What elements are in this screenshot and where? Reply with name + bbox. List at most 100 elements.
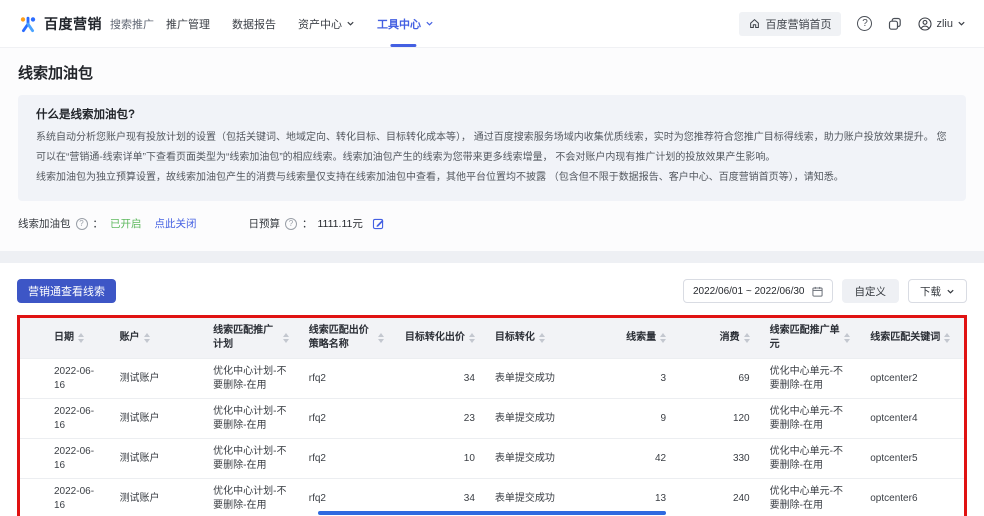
home-button-label: 百度营销首页 (765, 16, 831, 32)
question-circle-icon[interactable]: ? (285, 218, 297, 230)
table-cell: 42 (601, 439, 676, 479)
sort-icon[interactable] (744, 333, 750, 343)
daily-budget-value: 1111.11元 (318, 216, 363, 231)
sort-icon[interactable] (539, 333, 545, 343)
table-cell: rfq2 (299, 359, 395, 399)
column-header[interactable]: 线索匹配推广单元 (760, 318, 861, 359)
primary-nav: 推广管理 数据报告 资产中心 工具中心 (166, 0, 434, 47)
table-cell: 2022-06-16 (20, 479, 110, 516)
top-section: 线索加油包 什么是线索加油包? 系统自动分析您账户现有投放计划的设置（包括关键词… (0, 48, 984, 251)
help-icon[interactable]: ? (857, 16, 872, 31)
column-label: 目标转化出价 (405, 331, 465, 345)
column-header[interactable]: 日期 (20, 318, 110, 359)
nav-item-asset-center[interactable]: 资产中心 (298, 0, 355, 47)
table-cell: 330 (676, 439, 760, 479)
column-header[interactable]: 线索匹配关键词 (860, 318, 964, 359)
bottom-scrollbar-thumb[interactable] (318, 511, 666, 515)
sort-icon[interactable] (844, 333, 850, 343)
table-cell: 测试账户 (110, 479, 204, 516)
user-avatar-icon (918, 17, 932, 31)
table-header-row: 日期 账户线索匹配推广计划线索匹配出价策略名称目标转化出价 目标转化 线索量 消费 线索匹… (20, 318, 964, 359)
sort-icon[interactable] (660, 333, 666, 343)
table-cell: 优化中心单元-不要删除-在用 (760, 359, 861, 399)
table-cell: 优化中心单元-不要删除-在用 (760, 399, 861, 439)
sort-icon[interactable] (283, 333, 289, 343)
nav-item-data-reports[interactable]: 数据报告 (232, 0, 276, 47)
column-label: 线索量 (626, 331, 656, 345)
chevron-down-icon (346, 19, 355, 28)
column-label: 消费 (720, 331, 740, 345)
table-cell: rfq2 (299, 399, 395, 439)
nav-item-tool-center[interactable]: 工具中心 (377, 0, 434, 47)
nav-item-promotion-management[interactable]: 推广管理 (166, 0, 210, 47)
user-menu[interactable]: zliu (918, 17, 966, 31)
intro-paragraph: 线索加油包为独立预算设置，故线索加油包产生的消费与线索量仅支持在线索加油包中查看… (36, 168, 948, 188)
table-cell: 测试账户 (110, 359, 204, 399)
column-label: 线索匹配关键词 (870, 331, 940, 345)
column-header[interactable]: 消费 (676, 318, 760, 359)
table-cell: 23 (394, 399, 485, 439)
stacked-squares-icon[interactable] (888, 17, 902, 31)
brand[interactable]: 百度营销 搜索推广 (18, 14, 154, 34)
navbar-right: 百度营销首页 ? zliu (739, 12, 966, 36)
column-label: 日期 (54, 331, 74, 345)
nav-item-label: 工具中心 (377, 16, 421, 32)
table-cell: 2022-06-16 (20, 439, 110, 479)
date-range-picker[interactable]: 2022/06/01 ~ 2022/06/30 (683, 279, 833, 303)
column-label: 线索匹配推广单元 (770, 324, 841, 352)
column-label: 线索匹配推广计划 (213, 324, 279, 352)
sort-icon[interactable] (78, 333, 84, 343)
sort-icon[interactable] (944, 333, 950, 343)
table-cell: 2022-06-16 (20, 399, 110, 439)
table-cell: 优化中心计划-不要删除-在用 (203, 399, 299, 439)
table-row: 2022-06-16测试账户优化中心计划-不要删除-在用rfq223表单提交成功… (20, 399, 964, 439)
download-button-label: 下载 (920, 284, 941, 299)
baidu-marketing-logo-icon (18, 14, 38, 34)
column-header[interactable]: 线索量 (601, 318, 676, 359)
highlighted-table-region: 日期 账户线索匹配推广计划线索匹配出价策略名称目标转化出价 目标转化 线索量 消费 线索匹… (17, 315, 967, 516)
column-header[interactable]: 目标转化 (485, 318, 601, 359)
table-cell: 表单提交成功 (485, 399, 601, 439)
close-package-link[interactable]: 点此关闭 (155, 216, 197, 231)
brand-subtitle: 搜索推广 (110, 16, 154, 32)
table-cell: optcenter4 (860, 399, 964, 439)
column-header[interactable]: 线索匹配出价策略名称 (299, 318, 395, 359)
status-enabled-text: 已开启 (110, 216, 142, 231)
toolbar-right: 2022/06/01 ~ 2022/06/30 自定义 下载 (683, 279, 967, 303)
table-cell: optcenter2 (860, 359, 964, 399)
package-status-group: 线索加油包 ? ： 已开启 点此关闭 (18, 216, 197, 231)
card-toolbar: 营销通查看线索 2022/06/01 ~ 2022/06/30 自定义 (17, 279, 967, 303)
nav-item-label: 资产中心 (298, 16, 342, 32)
daily-budget-label: 日预算 (249, 216, 281, 231)
table-cell: 10 (394, 439, 485, 479)
leads-table: 日期 账户线索匹配推广计划线索匹配出价策略名称目标转化出价 目标转化 线索量 消费 线索匹… (20, 318, 964, 516)
download-button[interactable]: 下载 (908, 279, 967, 303)
sort-icon[interactable] (469, 333, 475, 343)
table-cell: 2022-06-16 (20, 359, 110, 399)
sort-icon[interactable] (378, 333, 384, 343)
brand-name: 百度营销 (44, 14, 102, 34)
table-row: 2022-06-16测试账户优化中心计划-不要删除-在用rfq234表单提交成功… (20, 359, 964, 399)
nav-item-label: 数据报告 (232, 16, 276, 32)
column-header[interactable]: 账户 (110, 318, 204, 359)
question-circle-icon[interactable]: ? (76, 218, 88, 230)
intro-box: 什么是线索加油包? 系统自动分析您账户现有投放计划的设置（包括关键词、地域定向、… (18, 95, 966, 201)
colon: ： (93, 216, 104, 231)
top-navbar: 百度营销 搜索推广 推广管理 数据报告 资产中心 工具中心 (0, 0, 984, 48)
chevron-down-icon (425, 19, 434, 28)
column-header[interactable]: 目标转化出价 (394, 318, 485, 359)
marketing-home-button[interactable]: 百度营销首页 (739, 12, 841, 36)
daily-budget-group: 日预算 ? ： 1111.11元 (249, 216, 385, 231)
sort-icon[interactable] (144, 333, 150, 343)
edit-budget-icon[interactable] (372, 217, 385, 230)
table-cell: 3 (601, 359, 676, 399)
table-cell: 9 (601, 399, 676, 439)
table-cell: 120 (676, 399, 760, 439)
table-cell: 测试账户 (110, 399, 204, 439)
column-header[interactable]: 线索匹配推广计划 (203, 318, 299, 359)
custom-button[interactable]: 自定义 (842, 279, 900, 303)
table-cell: 测试账户 (110, 439, 204, 479)
view-leads-button[interactable]: 营销通查看线索 (17, 279, 116, 303)
package-status-label: 线索加油包 (18, 216, 71, 231)
table-cell: 表单提交成功 (485, 439, 601, 479)
